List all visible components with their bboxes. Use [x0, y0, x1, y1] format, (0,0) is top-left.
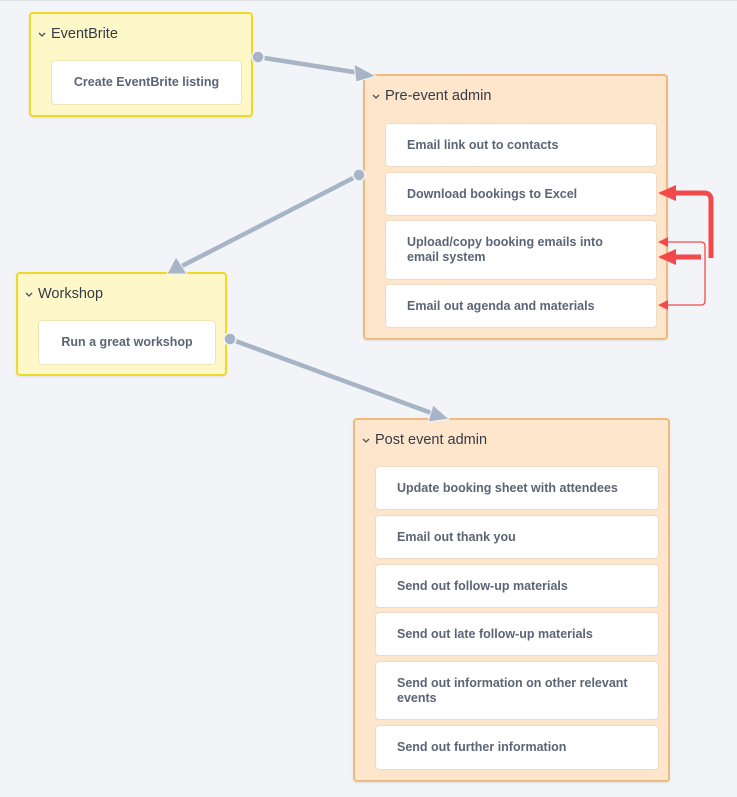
connector-line [257, 54, 361, 76]
group-header[interactable]: EventBrite [37, 26, 118, 42]
chevron-down-icon[interactable] [361, 435, 371, 445]
task-label: Download bookings to Excel [407, 186, 578, 201]
task-card[interactable]: Create EventBrite listing [51, 60, 242, 105]
task-card[interactable]: Send out follow-up materials [375, 564, 659, 608]
dependency-line [666, 241, 706, 306]
group-header[interactable]: Pre-event admin [371, 88, 491, 104]
chevron-down-icon[interactable] [371, 91, 381, 101]
task-card[interactable]: Send out late follow-up materials [375, 612, 659, 656]
task-card[interactable]: Email out agenda and materials [385, 284, 657, 328]
dependency-line [672, 190, 714, 258]
group-header[interactable]: Post event admin [361, 432, 487, 448]
task-card[interactable]: Email link out to contacts [385, 123, 657, 167]
top-divider [0, 0, 737, 1]
chevron-down-icon[interactable] [37, 29, 47, 39]
task-label: Update booking sheet with attendees [397, 480, 618, 495]
task-label: Send out information on other relevant e… [397, 675, 628, 705]
task-label: Run a great workshop [61, 335, 193, 349]
group-pre-event-admin[interactable]: Pre-event admin Email link out to contac… [363, 74, 668, 340]
group-eventbrite[interactable]: EventBrite Create EventBrite listing [29, 12, 253, 117]
group-title: Post event admin [375, 432, 488, 448]
task-card[interactable]: Send out further information [375, 725, 659, 770]
task-label: Email out agenda and materials [407, 298, 595, 313]
task-label: Send out further information [397, 740, 567, 754]
task-card[interactable]: Send out information on other relevant e… [375, 661, 659, 720]
group-title: Workshop [38, 286, 104, 302]
group-header[interactable]: Workshop [24, 286, 103, 302]
connector-pre-event-to-workshop[interactable] [166, 168, 366, 275]
task-label: Upload/copy booking emails into email sy… [407, 235, 603, 264]
connector-eventbrite-to-pre-event[interactable] [251, 50, 378, 83]
task-label: Send out late follow-up materials [397, 626, 593, 641]
group-title: EventBrite [51, 26, 118, 42]
group-post-event-admin[interactable]: Post event admin Update booking sheet wi… [353, 418, 670, 782]
task-card[interactable]: Upload/copy booking emails into email sy… [385, 220, 657, 280]
task-card[interactable]: Update booking sheet with attendees [375, 466, 659, 510]
connector-start-dot [251, 50, 265, 64]
chevron-down-icon[interactable] [24, 289, 34, 299]
task-label: Email out thank you [397, 529, 516, 544]
group-workshop[interactable]: Workshop Run a great workshop [16, 272, 227, 376]
task-label: Send out follow-up materials [397, 578, 568, 593]
task-label: Create EventBrite listing [73, 75, 220, 89]
connector-workshop-to-post-event[interactable] [223, 332, 451, 423]
connector-halo [257, 53, 361, 77]
group-title: Pre-event admin [385, 88, 492, 104]
connector-line [229, 336, 435, 417]
connector-line [180, 172, 361, 269]
task-card[interactable]: Run a great workshop [38, 320, 216, 365]
task-card[interactable]: Email out thank you [375, 515, 659, 559]
task-label: Email link out to contacts [407, 137, 559, 152]
task-card[interactable]: Download bookings to Excel [385, 172, 657, 216]
